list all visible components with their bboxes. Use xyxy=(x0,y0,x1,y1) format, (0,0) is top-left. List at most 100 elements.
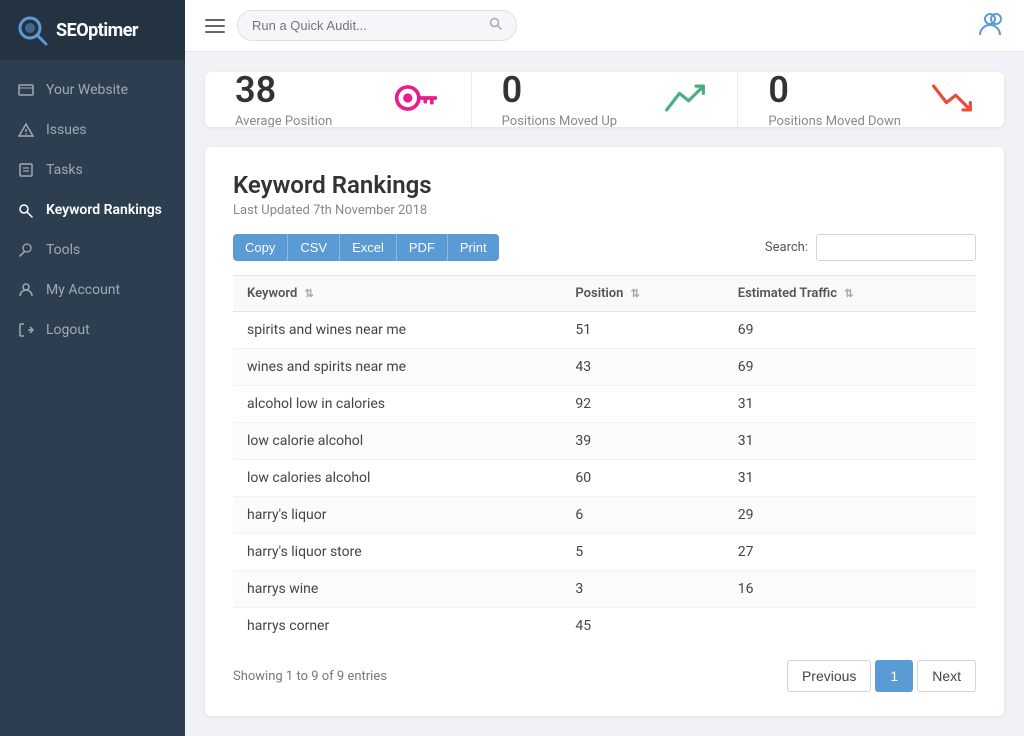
user-avatar-icon[interactable] xyxy=(976,15,1004,43)
seoptimer-logo-icon xyxy=(16,14,48,46)
content-area: 38 Average Position 0 Positions xyxy=(185,52,1024,736)
cell-position: 43 xyxy=(561,349,723,386)
cell-position: 5 xyxy=(561,534,723,571)
sidebar-label-issues: Issues xyxy=(46,122,87,138)
table-row: alcohol low in calories 92 31 xyxy=(233,386,976,423)
cell-position: 60 xyxy=(561,460,723,497)
table-row: harry's liquor store 5 27 xyxy=(233,534,976,571)
table-row: low calorie alcohol 39 31 xyxy=(233,423,976,460)
col-estimated-traffic[interactable]: Estimated Traffic ⇅ xyxy=(724,276,976,312)
cell-position: 51 xyxy=(561,312,723,349)
stat-positions-moved-up-label: Positions Moved Up xyxy=(502,114,617,128)
cell-position: 92 xyxy=(561,386,723,423)
cell-traffic: 31 xyxy=(724,423,976,460)
table-search-input[interactable] xyxy=(816,234,976,261)
table-row: low calories alcohol 60 31 xyxy=(233,460,976,497)
main-area: 38 Average Position 0 Positions xyxy=(185,0,1024,736)
showing-text: Showing 1 to 9 of 9 entries xyxy=(233,669,387,684)
cell-keyword: harrys corner xyxy=(233,608,561,645)
cell-keyword: harrys wine xyxy=(233,571,561,608)
cell-position: 6 xyxy=(561,497,723,534)
sidebar-item-my-account[interactable]: My Account xyxy=(0,270,185,310)
sidebar-label-logout: Logout xyxy=(46,322,90,338)
sidebar-item-tools[interactable]: Tools xyxy=(0,230,185,270)
sidebar: SEOptimer Your Website Issues xyxy=(0,0,185,736)
sidebar-item-your-website[interactable]: Your Website xyxy=(0,70,185,110)
sidebar-label-keyword-rankings: Keyword Rankings xyxy=(46,202,162,218)
csv-button[interactable]: CSV xyxy=(287,234,339,261)
tools-icon xyxy=(18,242,34,258)
stat-positions-moved-down-label: Positions Moved Down xyxy=(768,114,901,128)
table-body: spirits and wines near me 51 69 wines an… xyxy=(233,312,976,645)
quick-audit-search[interactable] xyxy=(237,10,517,41)
sort-position-icon: ⇅ xyxy=(631,287,640,300)
stat-positions-moved-up-info: 0 Positions Moved Up xyxy=(502,72,617,127)
sidebar-label-your-website: Your Website xyxy=(46,82,128,98)
cell-traffic: 31 xyxy=(724,386,976,423)
print-button[interactable]: Print xyxy=(447,234,499,261)
key-nav-icon xyxy=(18,202,34,218)
cell-keyword: harry's liquor xyxy=(233,497,561,534)
stat-positions-moved-up-value: 0 xyxy=(502,72,617,108)
cell-traffic xyxy=(724,608,976,645)
sidebar-logo[interactable]: SEOptimer xyxy=(0,0,185,60)
stat-positions-moved-up: 0 Positions Moved Up xyxy=(472,72,739,127)
cell-keyword: spirits and wines near me xyxy=(233,312,561,349)
table-footer: Showing 1 to 9 of 9 entries Previous 1 N… xyxy=(233,660,976,692)
logo-text: SEOptimer xyxy=(56,20,138,41)
stat-average-position-value: 38 xyxy=(235,72,332,108)
arrow-down-icon xyxy=(930,80,974,120)
excel-button[interactable]: Excel xyxy=(339,234,396,261)
sort-traffic-icon: ⇅ xyxy=(844,287,853,300)
arrow-up-icon xyxy=(663,80,707,120)
hamburger-button[interactable] xyxy=(205,19,225,33)
search-label: Search: xyxy=(765,240,808,255)
previous-button[interactable]: Previous xyxy=(787,660,871,692)
cell-keyword: wines and spirits near me xyxy=(233,349,561,386)
page-1-button[interactable]: 1 xyxy=(875,660,913,692)
cell-traffic: 29 xyxy=(724,497,976,534)
table-row: harrys wine 3 16 xyxy=(233,571,976,608)
key-icon xyxy=(393,80,441,120)
copy-button[interactable]: Copy xyxy=(233,234,287,261)
globe-icon xyxy=(18,82,34,98)
stats-row: 38 Average Position 0 Positions xyxy=(205,72,1004,127)
cell-traffic: 69 xyxy=(724,349,976,386)
stat-positions-moved-down-info: 0 Positions Moved Down xyxy=(768,72,901,127)
cell-traffic: 69 xyxy=(724,312,976,349)
account-icon xyxy=(18,282,34,298)
col-keyword[interactable]: Keyword ⇅ xyxy=(233,276,561,312)
col-position[interactable]: Position ⇅ xyxy=(561,276,723,312)
stat-average-position-info: 38 Average Position xyxy=(235,72,332,127)
warning-icon xyxy=(18,122,34,138)
next-button[interactable]: Next xyxy=(917,660,976,692)
stat-average-position-label: Average Position xyxy=(235,114,332,128)
sidebar-label-tools: Tools xyxy=(46,242,80,258)
sidebar-item-issues[interactable]: Issues xyxy=(0,110,185,150)
sidebar-item-logout[interactable]: Logout xyxy=(0,310,185,350)
cell-keyword: low calorie alcohol xyxy=(233,423,561,460)
cell-position: 45 xyxy=(561,608,723,645)
cell-keyword: harry's liquor store xyxy=(233,534,561,571)
sidebar-item-tasks[interactable]: Tasks xyxy=(0,150,185,190)
topbar xyxy=(185,0,1024,52)
rankings-last-updated: Last Updated 7th November 2018 xyxy=(233,203,976,218)
stat-positions-moved-down: 0 Positions Moved Down xyxy=(738,72,1004,127)
sort-keyword-icon: ⇅ xyxy=(305,287,314,300)
cell-traffic: 27 xyxy=(724,534,976,571)
cell-traffic: 31 xyxy=(724,460,976,497)
sidebar-item-keyword-rankings[interactable]: Keyword Rankings xyxy=(0,190,185,230)
search-icon xyxy=(489,17,502,34)
table-toolbar: Copy CSV Excel PDF Print Search: xyxy=(233,234,976,261)
table-row: harry's liquor 6 29 xyxy=(233,497,976,534)
search-input[interactable] xyxy=(252,18,483,33)
cell-position: 3 xyxy=(561,571,723,608)
pdf-button[interactable]: PDF xyxy=(396,234,447,261)
tasks-icon xyxy=(18,162,34,178)
sidebar-label-my-account: My Account xyxy=(46,282,120,298)
stat-positions-moved-down-value: 0 xyxy=(768,72,901,108)
export-buttons: Copy CSV Excel PDF Print xyxy=(233,234,499,261)
keywords-table: Keyword ⇅ Position ⇅ Estimated Traffic ⇅ xyxy=(233,275,976,644)
cell-position: 39 xyxy=(561,423,723,460)
cell-keyword: alcohol low in calories xyxy=(233,386,561,423)
